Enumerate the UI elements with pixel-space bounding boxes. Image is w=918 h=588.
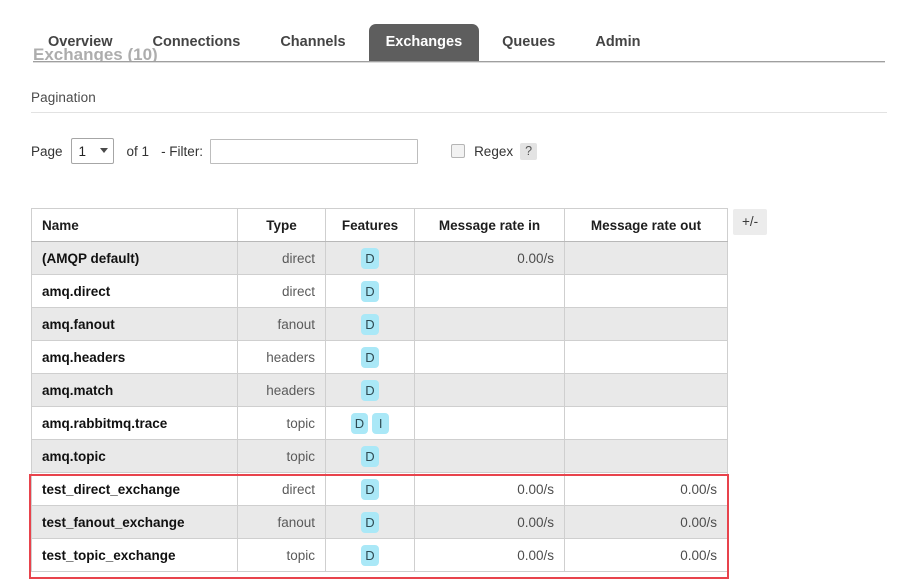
cell-exchange-features: D	[325, 307, 415, 341]
cell-exchange-features: D	[325, 505, 415, 539]
filter-label: - Filter:	[161, 143, 204, 159]
cell-exchange-type: direct	[237, 472, 326, 506]
cell-message-rate-in	[414, 439, 565, 473]
feature-badge-d[interactable]: D	[361, 478, 379, 500]
pagination-title: Pagination	[31, 90, 96, 105]
cell-exchange-name[interactable]: test_topic_exchange	[31, 538, 238, 572]
cell-exchange-type: topic	[237, 406, 326, 440]
feature-badge-i[interactable]: I	[372, 412, 390, 434]
cell-exchange-features: D	[325, 340, 415, 374]
feature-badge-d[interactable]: D	[361, 379, 379, 401]
table-header: Name Type Features Message rate in Messa…	[31, 208, 728, 242]
cell-exchange-features: D	[325, 439, 415, 473]
cell-exchange-type: direct	[237, 274, 326, 308]
column-header-name[interactable]: Name	[31, 208, 238, 242]
cell-message-rate-out	[564, 406, 728, 440]
cell-message-rate-in	[414, 340, 565, 374]
cell-message-rate-out: 0.00/s	[564, 538, 728, 572]
help-icon[interactable]: ?	[520, 142, 538, 160]
cell-message-rate-in: 0.00/s	[414, 472, 565, 506]
feature-badge-d[interactable]: D	[361, 445, 379, 467]
cell-exchange-type: fanout	[237, 505, 326, 539]
feature-badge-d[interactable]: D	[361, 280, 379, 302]
cell-exchange-features: D	[325, 274, 415, 308]
cell-message-rate-in	[414, 373, 565, 407]
table-header-row: Name Type Features Message rate in Messa…	[31, 208, 728, 242]
table-row[interactable]: test_topic_exchange topic D 0.00/s 0.00/s	[31, 538, 728, 572]
cell-message-rate-in	[414, 274, 565, 308]
cell-exchange-name[interactable]: amq.direct	[31, 274, 238, 308]
nav-underline-soft	[33, 62, 885, 63]
cell-exchange-type: direct	[237, 241, 326, 275]
filter-input[interactable]	[210, 138, 419, 164]
feature-badge-d[interactable]: D	[350, 412, 369, 434]
exchanges-table-area: Name Type Features Message rate in Messa…	[31, 208, 728, 572]
cell-exchange-features: D	[325, 373, 415, 407]
cell-message-rate-in: 0.00/s	[414, 241, 565, 275]
table-row[interactable]: amq.topic topic D	[31, 439, 728, 473]
table-body: (AMQP default) direct D 0.00/s amq.direct dir…	[31, 241, 728, 572]
top-navigation-bar: Overview Connections Channels Exchanges Queu…	[0, 0, 918, 63]
cell-exchange-type: topic	[237, 538, 326, 572]
table-row[interactable]: (AMQP default) direct D 0.00/s	[31, 241, 728, 275]
cell-exchange-type: fanout	[237, 307, 326, 341]
table-row[interactable]: test_direct_exchange direct D 0.00/s 0.00/s	[31, 472, 728, 506]
regex-checkbox[interactable]	[451, 144, 466, 158]
cell-message-rate-out: 0.00/s	[564, 472, 728, 506]
page-total-label: of 1	[126, 143, 150, 159]
cell-exchange-type: headers	[237, 373, 326, 407]
cell-message-rate-in	[414, 406, 565, 440]
cell-exchange-name[interactable]: amq.topic	[31, 439, 238, 473]
cell-message-rate-in	[414, 307, 565, 341]
cell-message-rate-out	[564, 307, 728, 341]
pagination-divider	[31, 112, 887, 113]
cell-message-rate-out	[564, 340, 728, 374]
page-select[interactable]: 1	[70, 138, 114, 164]
cell-exchange-features: D	[325, 538, 415, 572]
cell-message-rate-out	[564, 241, 728, 275]
cell-message-rate-in: 0.00/s	[414, 505, 565, 539]
cell-message-rate-out: 0.00/s	[564, 505, 728, 539]
cell-exchange-name[interactable]: amq.headers	[31, 340, 238, 374]
cell-exchange-name[interactable]: test_direct_exchange	[31, 472, 238, 506]
feature-badge-d[interactable]: D	[361, 247, 379, 269]
table-row[interactable]: amq.fanout fanout D	[31, 307, 728, 341]
cell-exchange-name[interactable]: amq.rabbitmq.trace	[31, 406, 238, 440]
table-row[interactable]: amq.headers headers D	[31, 340, 728, 374]
regex-label: Regex	[474, 143, 514, 159]
column-header-type[interactable]: Type	[237, 208, 326, 242]
cell-exchange-features: D	[325, 241, 415, 275]
feature-badge-d[interactable]: D	[361, 544, 379, 566]
cell-exchange-features: DI	[325, 406, 415, 440]
feature-badge-d[interactable]: D	[361, 346, 379, 368]
table-row[interactable]: amq.direct direct D	[31, 274, 728, 308]
cell-message-rate-in: 0.00/s	[414, 538, 565, 572]
pagination-controls: Page 1 of 1 - Filter: Regex ?	[31, 138, 538, 164]
cell-exchange-name[interactable]: (AMQP default)	[31, 241, 238, 275]
column-header-message-rate-out[interactable]: Message rate out	[564, 208, 728, 242]
table-row[interactable]: amq.rabbitmq.trace topic D I	[31, 406, 728, 440]
cell-exchange-type: headers	[237, 340, 326, 374]
cell-exchange-type: topic	[237, 439, 326, 473]
feature-badge-d[interactable]: D	[361, 313, 379, 335]
pagination-section: Pagination Page 1 of 1 - Filter: Regex ?	[31, 90, 887, 164]
cell-exchange-name[interactable]: test_fanout_exchange	[31, 505, 238, 539]
table-row[interactable]: test_fanout_exchange fanout D 0.00/s 0.00/s	[31, 505, 728, 539]
table-row[interactable]: amq.match headers D	[31, 373, 728, 407]
feature-badge-d[interactable]: D	[361, 511, 379, 533]
page-select-wrapper: 1	[70, 138, 114, 164]
cell-exchange-name[interactable]: amq.match	[31, 373, 238, 407]
regex-group: Regex ?	[451, 142, 538, 160]
page-label: Page	[31, 143, 63, 159]
column-toggle-button[interactable]: +/-	[733, 209, 768, 235]
cell-exchange-name[interactable]: amq.fanout	[31, 307, 238, 341]
cell-message-rate-out	[564, 373, 728, 407]
cell-message-rate-out	[564, 274, 728, 308]
column-header-features: Features	[325, 208, 415, 242]
column-header-message-rate-in[interactable]: Message rate in	[414, 208, 565, 242]
exchanges-table: Name Type Features Message rate in Messa…	[31, 208, 728, 572]
cell-message-rate-out	[564, 439, 728, 473]
cell-exchange-features: D	[325, 472, 415, 506]
